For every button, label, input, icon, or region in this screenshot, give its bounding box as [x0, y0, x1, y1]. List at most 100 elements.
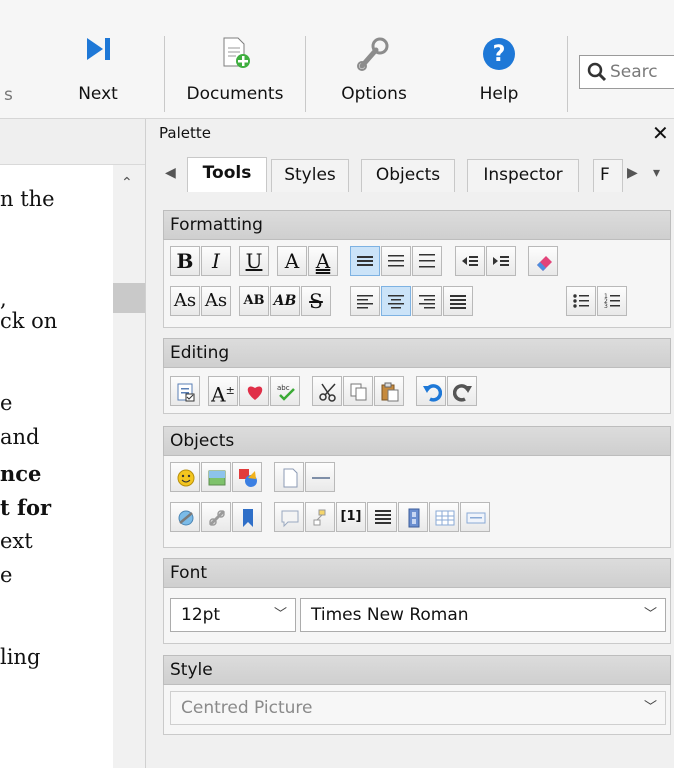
track-changes-button[interactable]: [170, 376, 200, 406]
font-size-select[interactable]: 12pt ﹀: [170, 598, 296, 632]
options-button[interactable]: Options: [326, 30, 422, 114]
outdent-button[interactable]: [455, 246, 485, 276]
font-name-select[interactable]: Times New Roman ﹀: [300, 598, 666, 632]
vertical-scrollbar[interactable]: ⌃: [113, 165, 145, 768]
bullet-list-button[interactable]: [566, 286, 596, 316]
lines-icon: [388, 255, 404, 267]
italic-button[interactable]: I: [201, 246, 231, 276]
main-toolbar: s Next Documents Options ? Help Searc: [0, 0, 674, 119]
documents-icon: [223, 37, 250, 68]
search-input[interactable]: Searc: [579, 55, 674, 89]
bullet-list-icon: [573, 294, 589, 308]
tab-tools[interactable]: Tools: [187, 157, 267, 192]
tab-inspector[interactable]: Inspector: [467, 159, 579, 192]
font-name-value: Times New Roman: [311, 605, 469, 625]
undo-icon: [423, 384, 442, 402]
align-right-button[interactable]: [412, 286, 442, 316]
horizontal-rule-button[interactable]: [305, 462, 335, 492]
double-spacing-button[interactable]: [412, 246, 442, 276]
align-center-button[interactable]: [381, 286, 411, 316]
next-button[interactable]: Next: [66, 30, 130, 114]
document-text-line: ext: [0, 529, 33, 553]
strikethrough-button[interactable]: S: [301, 286, 331, 316]
toolbar-separator: [164, 36, 165, 112]
smiley-icon: [177, 469, 195, 487]
document-pane[interactable]: n the, ck on e and nce t for ext e ling ⌃: [0, 119, 145, 768]
page-break-button[interactable]: [274, 462, 304, 492]
document-text-line: e: [0, 563, 13, 587]
font-size-adjust-button[interactable]: A±: [208, 376, 238, 407]
spellcheck-button[interactable]: abc: [270, 376, 300, 406]
underline-button[interactable]: U: [239, 246, 269, 276]
chevron-down-icon: ﹀: [643, 607, 657, 622]
tab-menu-icon[interactable]: ▾: [653, 165, 660, 181]
picture-button[interactable]: [201, 462, 231, 492]
copy-button[interactable]: [343, 376, 373, 406]
table-of-contents-button[interactable]: [367, 502, 397, 532]
comment-icon: [281, 510, 299, 528]
scrollbar-thumb[interactable]: [113, 283, 145, 313]
toolbar-partial-label: s: [4, 85, 13, 105]
font-size-value: 12pt: [181, 605, 221, 625]
help-label: Help: [479, 84, 519, 104]
shapes-button[interactable]: [232, 462, 262, 492]
tab-scroll-left-icon[interactable]: ◀: [165, 165, 176, 181]
palette-panel: Palette ✕ ◀ Tools Styles Objects Inspect…: [155, 119, 674, 768]
emoji-button[interactable]: [170, 462, 200, 492]
align-lines-button[interactable]: [350, 246, 380, 276]
align-left-button[interactable]: [350, 286, 380, 316]
scroll-up-icon[interactable]: ⌃: [121, 175, 133, 191]
text-box-button[interactable]: [460, 502, 490, 532]
redo-button[interactable]: [447, 376, 477, 406]
font-section-header[interactable]: Font: [163, 558, 671, 588]
style-select[interactable]: Centred Picture ﹀: [170, 691, 666, 725]
copy-icon: [350, 383, 367, 401]
style-section-header[interactable]: Style: [163, 655, 671, 685]
spacing-button[interactable]: [381, 246, 411, 276]
bold-button[interactable]: B: [170, 246, 200, 276]
tab-styles[interactable]: Styles: [271, 159, 349, 192]
eraser-button[interactable]: [528, 246, 558, 276]
editing-section-header[interactable]: Editing: [163, 338, 671, 368]
cut-button[interactable]: [312, 376, 342, 406]
undo-button[interactable]: [416, 376, 446, 406]
superscript-button[interactable]: As: [170, 286, 200, 316]
favorite-button[interactable]: [239, 376, 269, 406]
tab-objects[interactable]: Objects: [361, 159, 455, 192]
hyperlink-button[interactable]: [170, 502, 200, 532]
tab-scroll-right-icon[interactable]: ▶: [627, 165, 638, 181]
editing-section: A± abc: [163, 368, 671, 414]
help-button[interactable]: ? Help: [466, 30, 532, 114]
close-icon[interactable]: ✕: [652, 121, 669, 145]
toc-icon: [375, 510, 391, 524]
small-caps-button[interactable]: AB: [239, 286, 269, 316]
numbered-list-button[interactable]: 123: [597, 286, 627, 316]
documents-button[interactable]: Documents: [172, 30, 298, 114]
subscript-button[interactable]: As: [201, 286, 231, 316]
link-button[interactable]: [201, 502, 231, 532]
page-icon: [283, 468, 298, 488]
table-button[interactable]: [429, 502, 459, 532]
document-header: [0, 119, 145, 165]
chevron-down-icon: ﹀: [643, 700, 657, 715]
cross-reference-button[interactable]: [1]: [336, 502, 366, 532]
highlight-button[interactable]: A: [308, 246, 338, 276]
indent-button[interactable]: [486, 246, 516, 276]
options-label: Options: [341, 84, 407, 104]
objects-section-header[interactable]: Objects: [163, 426, 671, 456]
media-button[interactable]: [398, 502, 428, 532]
formatting-section-header[interactable]: Formatting: [163, 210, 671, 240]
text-color-button[interactable]: A: [277, 246, 307, 276]
bookmark-button[interactable]: [232, 502, 262, 532]
svg-text:3: 3: [604, 303, 608, 310]
document-text-line: t for: [0, 495, 52, 520]
style-section: Centred Picture ﹀: [163, 685, 671, 735]
tab-partial-f[interactable]: F: [593, 159, 623, 192]
comment-button[interactable]: [274, 502, 304, 532]
checklist-icon: [177, 383, 195, 402]
paste-button[interactable]: [374, 376, 404, 406]
footnote-icon: [313, 509, 326, 526]
footnote-button[interactable]: [305, 502, 335, 532]
justify-button[interactable]: [443, 286, 473, 316]
caps-button[interactable]: AB: [270, 286, 300, 316]
